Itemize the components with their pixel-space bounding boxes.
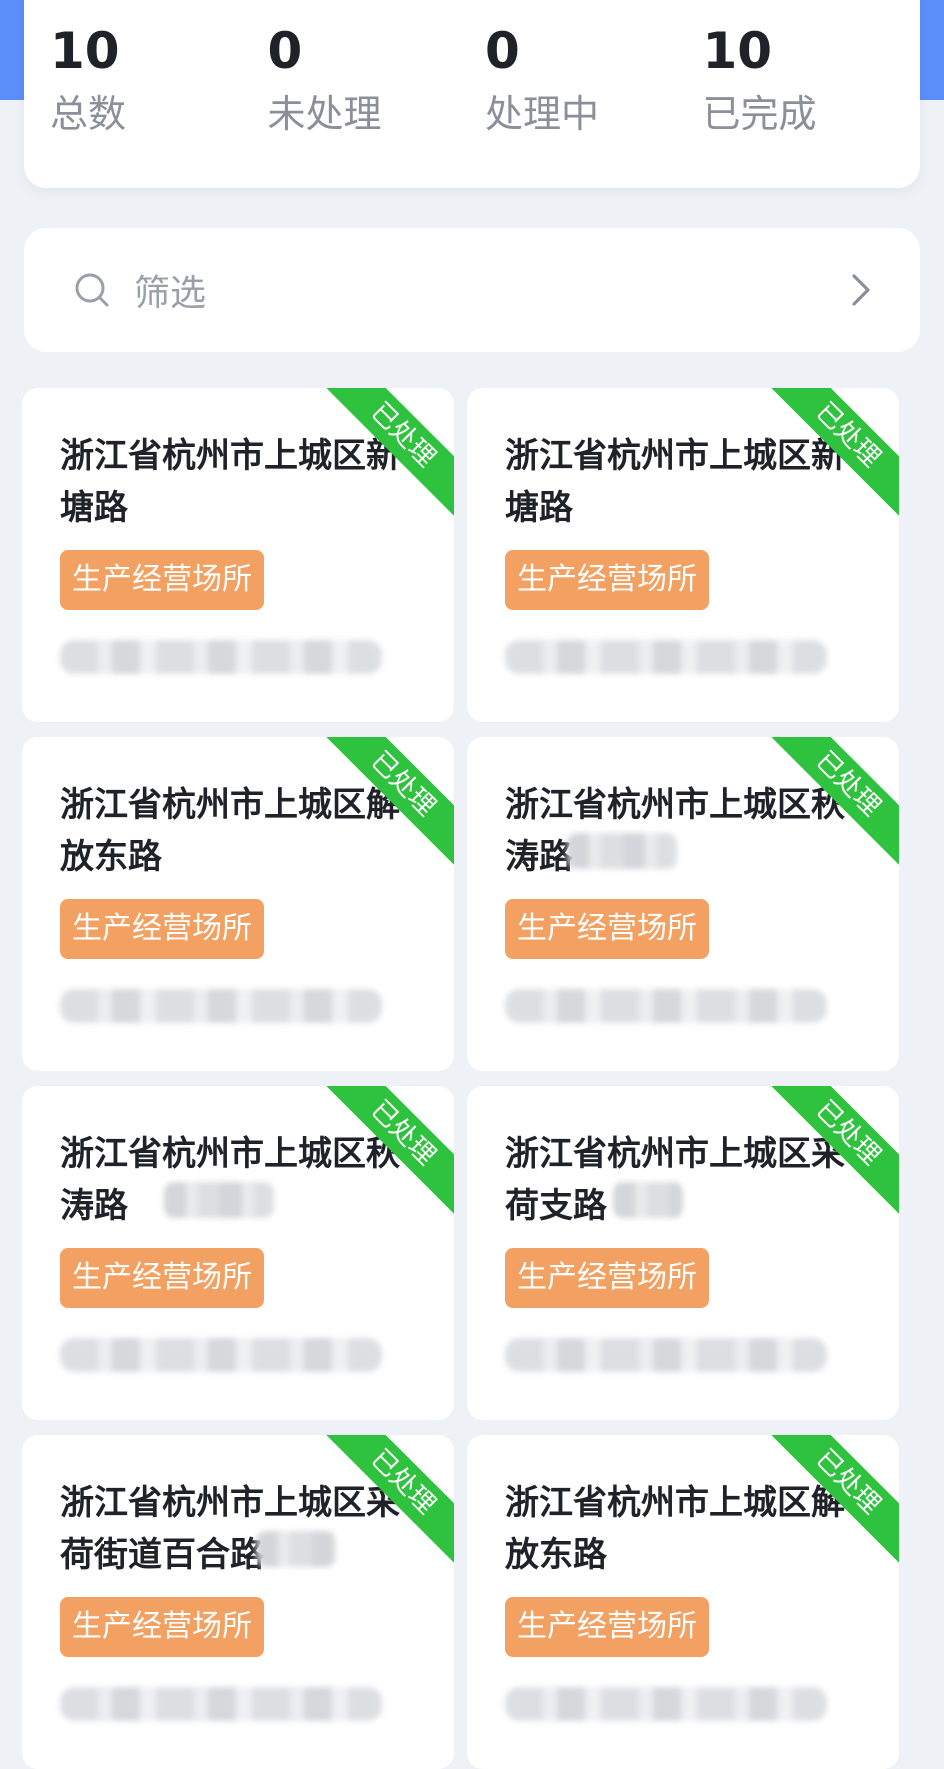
blurred-timestamp <box>60 1687 382 1721</box>
stat-value: 0 <box>267 22 303 80</box>
blurred-timestamp <box>505 1338 827 1372</box>
category-tag: 生产经营场所 <box>505 899 709 959</box>
chevron-right-icon <box>840 270 880 310</box>
stat-unprocessed[interactable]: 0 未处理 <box>268 26 486 188</box>
blurred-timestamp <box>505 1687 827 1721</box>
record-card[interactable]: 浙江省杭州市上城区秋涛路 生产经营场所 已处理 <box>22 1086 454 1420</box>
category-tag: 生产经营场所 <box>505 1597 709 1657</box>
record-card[interactable]: 浙江省杭州市上城区解放东路 生产经营场所 已处理 <box>467 1435 899 1769</box>
record-card[interactable]: 浙江省杭州市上城区采荷支路 生产经营场所 已处理 <box>467 1086 899 1420</box>
status-ribbon: 已处理 <box>769 1435 899 1565</box>
blurred-timestamp <box>505 989 827 1023</box>
stat-processing[interactable]: 0 处理中 <box>485 26 703 188</box>
stat-label: 总数 <box>50 92 127 136</box>
record-card[interactable]: 浙江省杭州市上城区秋涛路 生产经营场所 已处理 <box>467 737 899 1071</box>
category-tag: 生产经营场所 <box>60 899 264 959</box>
category-tag: 生产经营场所 <box>505 550 709 610</box>
search-icon <box>72 270 112 310</box>
category-tag: 生产经营场所 <box>60 550 264 610</box>
record-card[interactable]: 浙江省杭州市上城区新塘路 生产经营场所 已处理 <box>467 388 899 722</box>
blurred-address-detail <box>164 1182 274 1218</box>
blurred-address-detail <box>613 1182 683 1218</box>
category-tag: 生产经营场所 <box>505 1248 709 1308</box>
blurred-timestamp <box>60 1338 382 1372</box>
stats-summary-card: 10 总数 0 未处理 0 处理中 10 已完成 <box>24 0 920 188</box>
status-ribbon: 已处理 <box>769 737 899 867</box>
stat-label: 已完成 <box>702 92 817 136</box>
stat-value: 10 <box>702 22 773 80</box>
status-ribbon: 已处理 <box>324 1435 454 1565</box>
status-ribbon: 已处理 <box>769 1086 899 1216</box>
blurred-timestamp <box>60 989 382 1023</box>
stat-value: 10 <box>50 22 120 80</box>
stat-label: 处理中 <box>485 92 600 136</box>
record-card[interactable]: 浙江省杭州市上城区解放东路 生产经营场所 已处理 <box>22 737 454 1071</box>
stat-value: 0 <box>485 22 520 80</box>
status-ribbon: 已处理 <box>324 388 454 518</box>
status-ribbon: 已处理 <box>324 737 454 867</box>
stat-label: 未处理 <box>267 92 382 136</box>
blurred-timestamp <box>60 640 382 674</box>
stat-total[interactable]: 10 总数 <box>50 26 268 188</box>
status-ribbon: 已处理 <box>769 388 899 518</box>
record-card[interactable]: 浙江省杭州市上城区新塘路 生产经营场所 已处理 <box>22 388 454 722</box>
blurred-address-detail <box>567 833 677 869</box>
record-card[interactable]: 浙江省杭州市上城区采荷街道百合路 生产经营场所 已处理 <box>22 1435 454 1769</box>
stat-completed[interactable]: 10 已完成 <box>703 26 921 188</box>
status-ribbon: 已处理 <box>324 1086 454 1216</box>
filter-label: 筛选 <box>134 273 207 314</box>
category-tag: 生产经营场所 <box>60 1597 264 1657</box>
blurred-timestamp <box>505 640 827 674</box>
filter-bar[interactable]: 筛选 <box>24 228 920 352</box>
category-tag: 生产经营场所 <box>60 1248 264 1308</box>
